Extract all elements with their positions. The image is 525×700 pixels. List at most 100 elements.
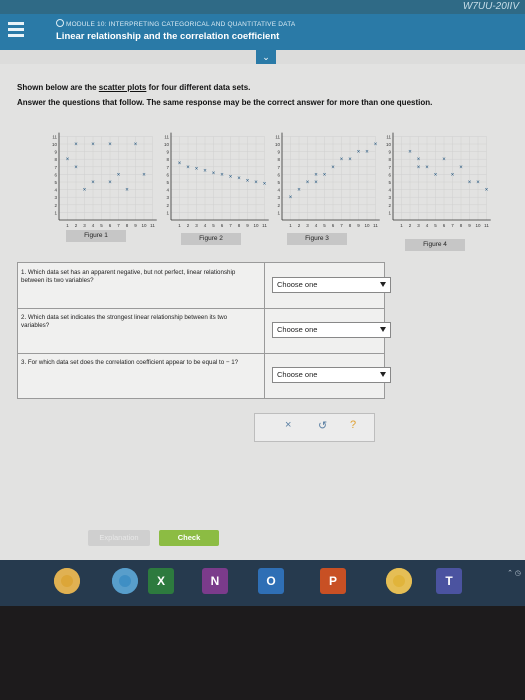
x-tick-label: 5 xyxy=(212,223,215,228)
y-tick-label: 4 xyxy=(166,188,169,193)
figure-1-label: Figure 1 xyxy=(66,230,126,242)
scatter-plots-link[interactable]: scatter plots xyxy=(99,83,147,92)
data-point: × xyxy=(297,188,301,194)
y-tick-label: 2 xyxy=(388,203,391,208)
y-tick-label: 8 xyxy=(54,157,57,162)
y-tick-label: 3 xyxy=(166,195,169,200)
question-panel: Shown below are the scatter plots for fo… xyxy=(0,64,525,560)
dropdown-arrow-icon xyxy=(380,327,386,332)
figure-4-plot: 11 10 9 8 7 6 5 4 3 2 1 1 2 3 4 5 6 7 8 9 10 11 × × × × × × × × × × × xyxy=(379,128,497,238)
excel-icon[interactable]: X xyxy=(148,568,174,594)
y-tick-label: 3 xyxy=(388,195,391,200)
data-point: × xyxy=(229,175,233,181)
undo-icon[interactable]: ↺ xyxy=(318,419,327,432)
teams-icon-glyph: T xyxy=(445,574,453,588)
data-point: × xyxy=(459,165,463,171)
browser-strip: W7UU-20IIV xyxy=(0,0,525,14)
teams-icon[interactable]: T xyxy=(436,568,462,594)
question-1-select[interactable]: Choose one xyxy=(272,277,391,293)
chrome-icon-2[interactable] xyxy=(112,568,138,594)
y-tick-label: 9 xyxy=(54,150,57,155)
y-tick-label: 5 xyxy=(277,180,280,185)
y-tick-label: 7 xyxy=(54,165,57,170)
x-tick-label: 8 xyxy=(460,223,463,228)
y-tick-label: 9 xyxy=(166,150,169,155)
breadcrumb[interactable]: MODULE 10: INTERPRETING CATEGORICAL AND … xyxy=(56,19,295,28)
data-point: × xyxy=(203,169,207,175)
x-tick-label: 8 xyxy=(349,223,352,228)
y-tick-label: 6 xyxy=(277,172,280,177)
y-tick-label: 6 xyxy=(388,172,391,177)
explanation-button[interactable]: Explanation xyxy=(88,530,150,546)
question-2-text: 2. Which data set indicates the stronges… xyxy=(21,314,228,329)
y-tick-label: 1 xyxy=(54,210,57,215)
y-tick-label: 11 xyxy=(164,134,169,139)
y-tick-label: 7 xyxy=(277,165,280,170)
check-button[interactable]: Check xyxy=(159,530,219,546)
x-tick-label: 1 xyxy=(66,223,69,228)
help-icon[interactable]: ? xyxy=(350,419,356,431)
collapse-button[interactable]: ⌄ xyxy=(256,50,276,64)
x-tick-label: 11 xyxy=(484,223,489,228)
chrome-icon-3[interactable] xyxy=(386,568,412,594)
x-tick-label: 6 xyxy=(332,223,335,228)
y-tick-label: 9 xyxy=(277,150,280,155)
x-tick-label: 9 xyxy=(468,223,471,228)
data-point: × xyxy=(74,165,78,171)
menu-icon[interactable] xyxy=(8,22,24,40)
powerpoint-icon[interactable]: P xyxy=(320,568,346,594)
y-tick-label: 8 xyxy=(277,157,280,162)
y-tick-label: 4 xyxy=(54,188,57,193)
x-tick-label: 6 xyxy=(443,223,446,228)
x-tick-label: 7 xyxy=(451,223,454,228)
figure-4-label: Figure 4 xyxy=(405,239,465,251)
x-tick-label: 8 xyxy=(126,223,129,228)
x-tick-label: 3 xyxy=(83,223,86,228)
question-2-select[interactable]: Choose one xyxy=(272,322,391,338)
chrome-icon[interactable] xyxy=(54,568,80,594)
y-tick-label: 9 xyxy=(388,150,391,155)
y-tick-label: 6 xyxy=(166,172,169,177)
x-tick-label: 7 xyxy=(340,223,343,228)
y-tick-label: 10 xyxy=(164,142,170,147)
y-tick-label: 5 xyxy=(388,180,391,185)
x-tick-label: 2 xyxy=(298,223,301,228)
window-id: W7UU-20IIV xyxy=(462,1,519,12)
data-point: × xyxy=(417,157,421,163)
data-point: × xyxy=(263,182,267,188)
y-tick-label: 10 xyxy=(275,142,281,147)
y-tick-label: 2 xyxy=(166,203,169,208)
y-tick-label: 1 xyxy=(388,210,391,215)
onenote-icon-glyph: N xyxy=(210,574,220,588)
questions-table: 1. Which data set has an apparent negati… xyxy=(17,262,391,399)
x-tick-label: 4 xyxy=(426,223,429,228)
module-circle-icon xyxy=(56,19,64,27)
x-tick-label: 11 xyxy=(262,223,267,228)
x-tick-label: 9 xyxy=(246,223,249,228)
y-tick-label: 10 xyxy=(52,142,58,147)
scatter-plot-svg: 11109876543211234567891011×××××××××××× xyxy=(275,132,380,228)
y-tick-label: 3 xyxy=(277,195,280,200)
data-point: × xyxy=(108,142,112,148)
data-point: × xyxy=(195,166,199,172)
data-point: × xyxy=(83,188,87,194)
y-tick-label: 8 xyxy=(166,157,169,162)
powerpoint-icon-glyph: P xyxy=(328,574,337,588)
data-point: × xyxy=(142,172,146,178)
y-tick-label: 1 xyxy=(166,210,169,215)
data-point: × xyxy=(340,157,344,163)
data-point: × xyxy=(178,161,182,167)
data-point: × xyxy=(425,165,429,171)
onenote-icon[interactable]: N xyxy=(202,568,228,594)
data-point: × xyxy=(314,180,318,186)
outlook-icon[interactable]: O xyxy=(258,568,284,594)
figure-1-plot: 11 10 9 8 7 6 5 4 3 2 1 1 2 3 4 5 6 7 8 9 10 11 × × × × × × × × × × × × xyxy=(45,128,163,238)
course-header: MODULE 10: INTERPRETING CATEGORICAL AND … xyxy=(0,14,525,50)
excel-icon-glyph: X xyxy=(156,574,165,588)
figure-3-plot: 11 10 9 8 7 6 5 4 3 2 1 1 2 3 4 5 6 7 8 9 10 11 × × × × × × × × × × × × xyxy=(268,128,386,238)
clear-icon[interactable]: × xyxy=(285,419,291,431)
data-point: × xyxy=(374,142,378,148)
x-tick-label: 9 xyxy=(357,223,360,228)
question-3-select[interactable]: Choose one xyxy=(272,367,391,383)
x-tick-label: 6 xyxy=(109,223,112,228)
